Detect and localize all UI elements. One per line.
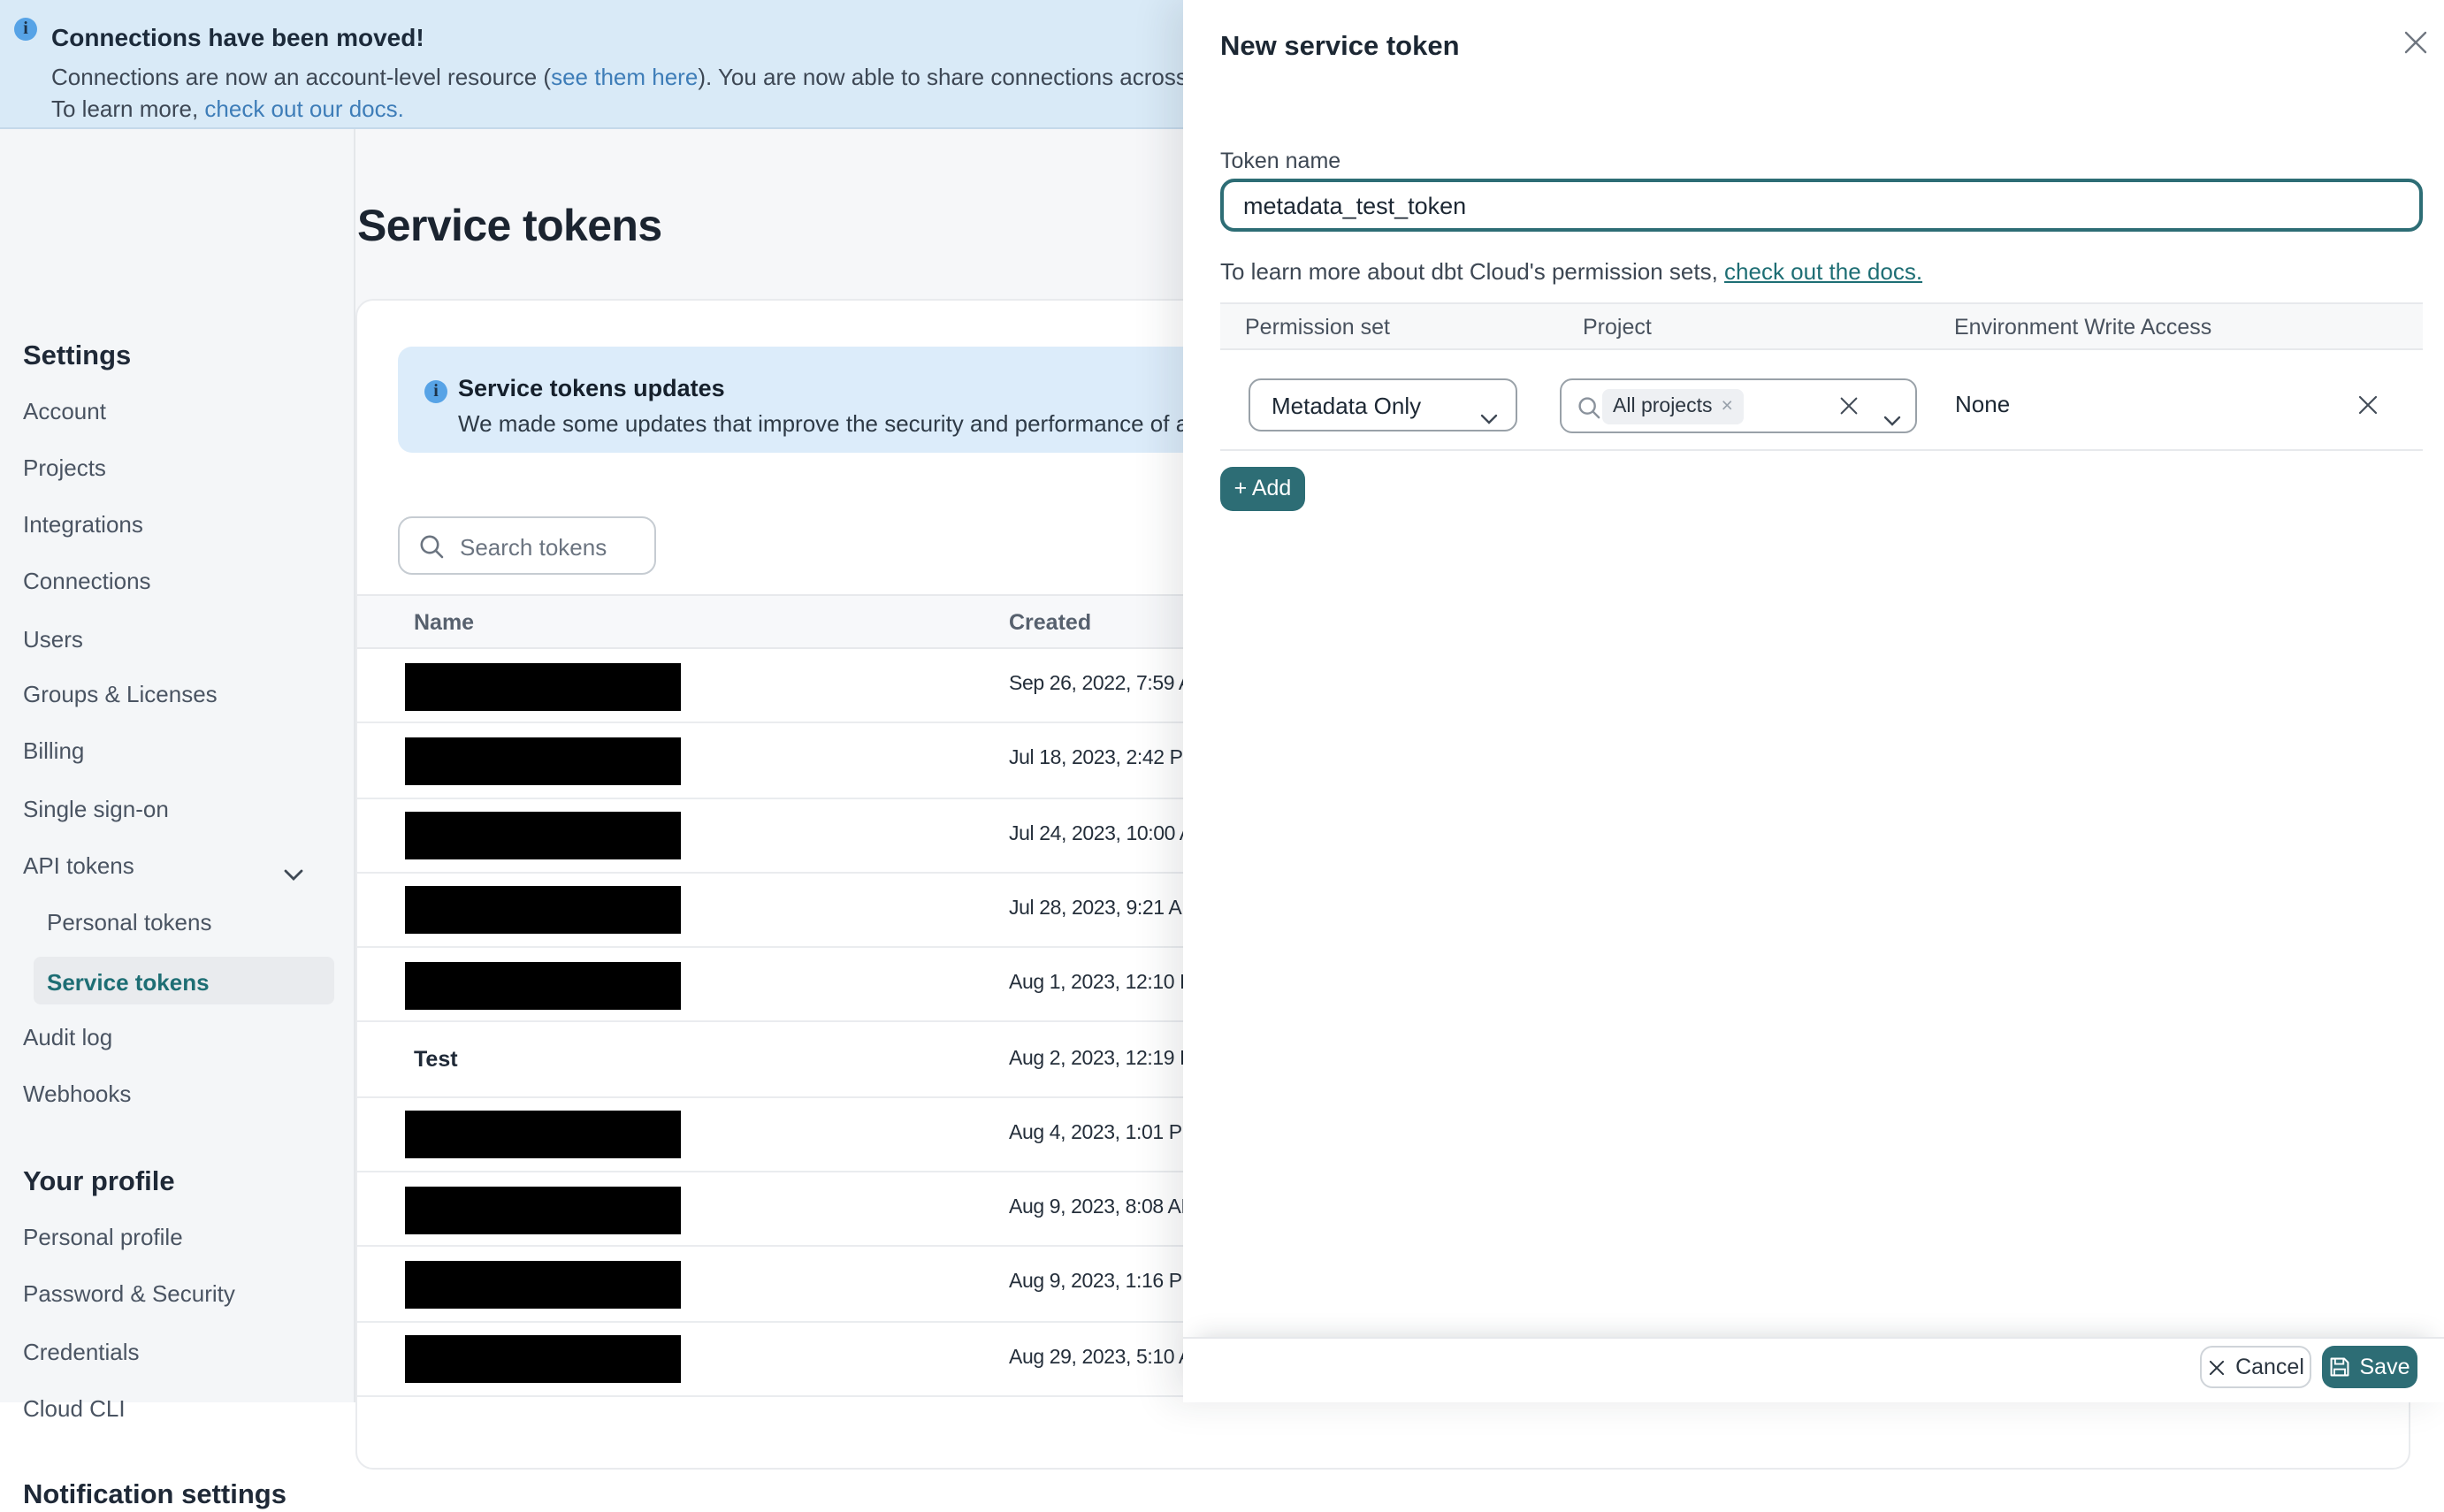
close-icon[interactable] xyxy=(2402,28,2433,60)
page-title: Service tokens xyxy=(357,202,662,251)
column-header-name: Name xyxy=(414,610,475,635)
sidebar-item-single-sign-on[interactable]: Single sign-on xyxy=(23,796,169,822)
infobox-title: Service tokens updates xyxy=(458,375,725,401)
remove-tag-icon[interactable]: × xyxy=(1722,396,1733,417)
settings-sidebar: Settings Account Projects Integrations C… xyxy=(0,127,355,1510)
sidebar-item-audit-log[interactable]: Audit log xyxy=(23,1024,112,1050)
sidebar-heading-settings: Settings xyxy=(23,341,132,371)
banner-title: Connections have been moved! xyxy=(51,23,424,51)
drawer-footer: Cancel Save xyxy=(1183,1337,2444,1402)
learn-more-prefix: To learn more, xyxy=(51,95,205,122)
redacted-token-name xyxy=(404,1335,681,1384)
clear-selection-icon[interactable] xyxy=(1837,394,1860,426)
chevron-down-icon xyxy=(1480,401,1498,433)
token-name-label: Token name xyxy=(1220,149,1341,173)
environment-write-access-value: None xyxy=(1955,391,2011,417)
project-tag-label: All projects xyxy=(1613,396,1713,417)
redacted-token-name xyxy=(404,886,681,935)
sidebar-item-projects[interactable]: Projects xyxy=(23,454,106,481)
permission-set-select[interactable]: Metadata Only xyxy=(1249,378,1517,431)
sidebar-item-integrations[interactable]: Integrations xyxy=(23,511,143,538)
sidebar-item-webhooks[interactable]: Webhooks xyxy=(23,1081,131,1107)
token-name-input[interactable] xyxy=(1220,179,2423,232)
redacted-token-name xyxy=(404,961,681,1010)
redacted-token-name xyxy=(404,1111,681,1159)
search-input[interactable] xyxy=(456,520,651,575)
search-icon xyxy=(1578,397,1600,419)
column-header-project: Project xyxy=(1583,315,1652,340)
sidebar-heading-notification-settings: Notification settings xyxy=(23,1480,286,1510)
redacted-token-name xyxy=(404,662,681,710)
column-header-permission-set: Permission set xyxy=(1245,315,1390,340)
app-root: i Connections have been moved! Connectio… xyxy=(0,0,2444,1510)
project-tag-all-projects: All projects × xyxy=(1602,389,1744,424)
sidebar-item-personal-profile[interactable]: Personal profile xyxy=(23,1224,183,1250)
column-header-environment-write-access: Environment Write Access xyxy=(1954,315,2212,340)
redacted-token-name xyxy=(404,1186,681,1234)
redacted-token-name xyxy=(404,1260,681,1309)
column-header-created: Created xyxy=(1009,610,1092,635)
sidebar-heading-your-profile: Your profile xyxy=(23,1167,175,1197)
info-icon: i xyxy=(14,18,37,41)
sidebar-item-cloud-cli[interactable]: Cloud CLI xyxy=(23,1395,126,1422)
redacted-token-name xyxy=(404,737,681,785)
cancel-button[interactable]: Cancel xyxy=(2200,1346,2311,1388)
sidebar-item-password-security[interactable]: Password & Security xyxy=(23,1280,235,1307)
sidebar-item-billing[interactable]: Billing xyxy=(23,737,84,764)
docs-prefix: To learn more about dbt Cloud's permissi… xyxy=(1220,258,1725,285)
add-button-label: Add xyxy=(1251,476,1292,500)
sidebar-item-personal-tokens[interactable]: Personal tokens xyxy=(47,909,211,935)
permission-docs-line: To learn more about dbt Cloud's permissi… xyxy=(1220,258,1922,285)
row-divider xyxy=(1220,449,2423,451)
check-docs-link[interactable]: check out our docs. xyxy=(204,95,403,122)
sidebar-item-account[interactable]: Account xyxy=(23,398,106,424)
new-service-token-drawer: New service token Token name To learn mo… xyxy=(1183,0,2444,1402)
project-select[interactable]: All projects × xyxy=(1560,378,1917,433)
sidebar-item-api-tokens[interactable]: API tokens xyxy=(23,852,134,879)
token-name: Test xyxy=(414,1046,458,1071)
save-button[interactable]: Save xyxy=(2322,1346,2417,1388)
search-icon xyxy=(420,535,444,559)
save-button-label: Save xyxy=(2359,1355,2410,1379)
see-them-here-link[interactable]: see them here xyxy=(551,64,698,90)
remove-row-icon[interactable] xyxy=(2356,393,2380,426)
info-icon: i xyxy=(424,380,447,403)
drawer-title: New service token xyxy=(1220,32,1460,62)
banner-body-prefix: Connections are now an account-level res… xyxy=(51,64,552,90)
cancel-button-label: Cancel xyxy=(2235,1355,2304,1379)
save-icon xyxy=(2331,1357,2349,1377)
close-icon xyxy=(2209,1359,2225,1375)
banner-learn-more: To learn more, check out our docs. xyxy=(51,95,404,122)
sidebar-item-service-tokens[interactable]: Service tokens xyxy=(47,969,210,996)
sidebar-item-users[interactable]: Users xyxy=(23,626,83,653)
chevron-down-icon xyxy=(1883,403,1901,435)
permissions-header-row: Permission set Project Environment Write… xyxy=(1220,302,2423,350)
redacted-token-name xyxy=(404,812,681,860)
plus-icon: + xyxy=(1233,476,1248,500)
chevron-down-icon xyxy=(283,859,304,891)
sidebar-item-connections[interactable]: Connections xyxy=(23,568,151,594)
add-permission-button[interactable]: + Add xyxy=(1220,467,1305,511)
check-out-the-docs-link[interactable]: check out the docs. xyxy=(1724,258,1922,285)
search-tokens-box xyxy=(398,516,656,575)
sidebar-item-groups-licenses[interactable]: Groups & Licenses xyxy=(23,681,218,707)
sidebar-item-credentials[interactable]: Credentials xyxy=(23,1339,140,1365)
permission-set-value: Metadata Only xyxy=(1272,393,1422,419)
